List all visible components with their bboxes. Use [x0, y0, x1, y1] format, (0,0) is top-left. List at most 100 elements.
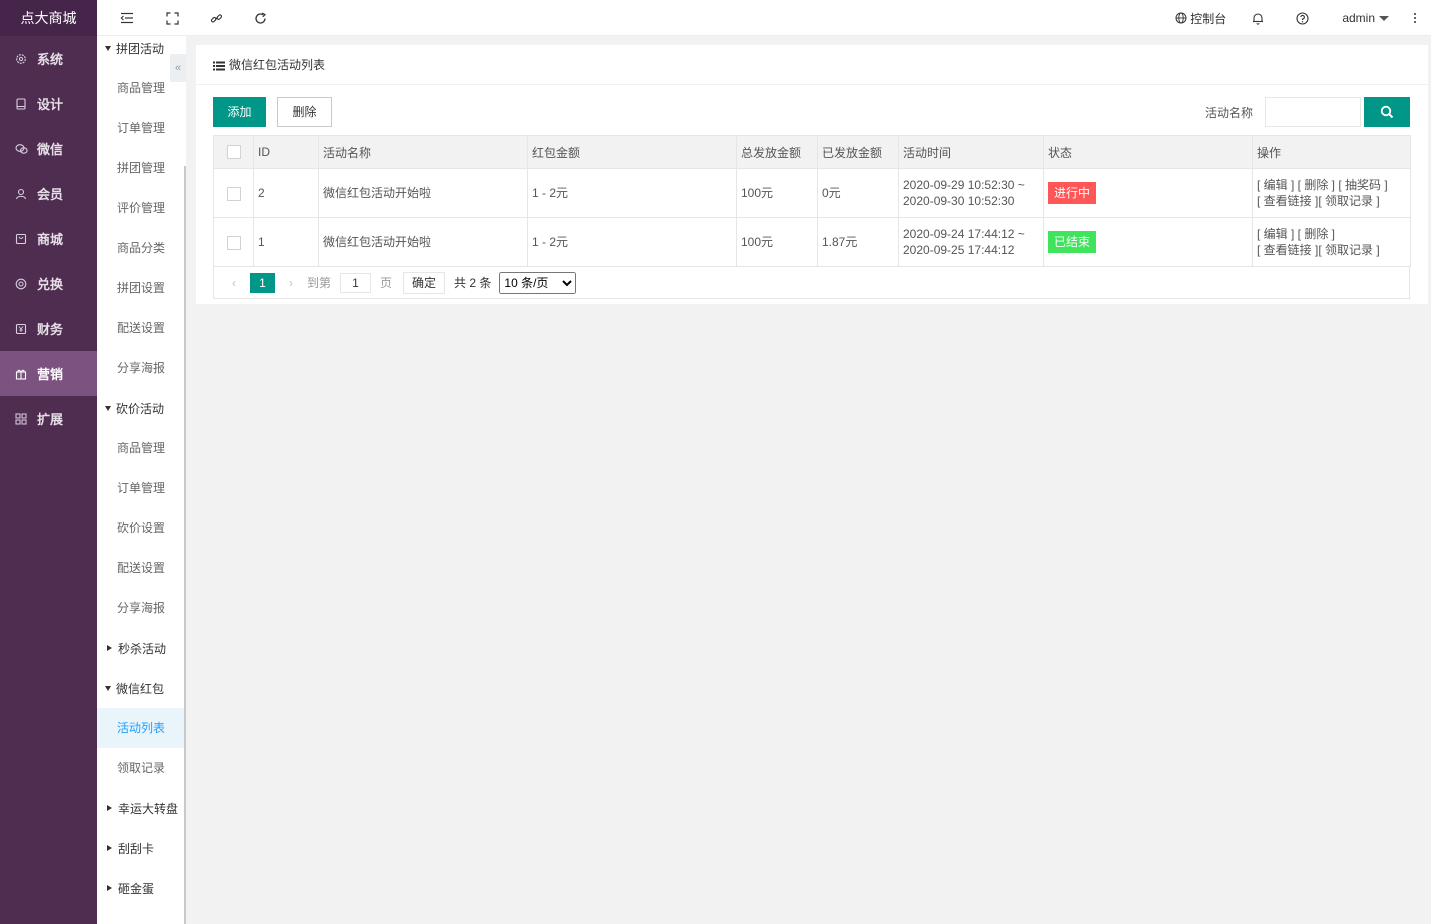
sub-item-active[interactable]: 活动列表 — [97, 708, 186, 748]
select-all-cell[interactable] — [213, 135, 254, 169]
nav-item-design[interactable]: 设计 — [0, 81, 97, 126]
activity-table: ID 活动名称 红包金额 总发放金额 已发放金额 活动时间 状态 操作 2 微信… — [213, 135, 1411, 267]
delete-button[interactable]: 删除 — [277, 97, 332, 127]
nav-label: 财务 — [37, 322, 64, 337]
sub-group-kanjia[interactable]: 砍价活动 — [97, 388, 186, 428]
sub-item[interactable]: 配送设置 — [97, 308, 186, 348]
bell-icon[interactable] — [1252, 12, 1264, 25]
time-end: 2020-09-25 17:44:12 — [903, 243, 1015, 257]
page-unit: 页 — [380, 276, 393, 290]
sub-item[interactable]: 商品管理 — [97, 428, 186, 468]
cell-status: 进行中 — [1043, 168, 1253, 218]
finance-icon — [14, 322, 28, 336]
menu-fold-icon[interactable] — [119, 10, 135, 26]
caret-down-icon — [1379, 15, 1389, 21]
cell-time: 2020-09-29 10:52:30 ~ 2020-09-30 10:52:30 — [898, 168, 1044, 218]
sub-item[interactable]: 分享海报 — [97, 348, 186, 388]
table-row: 2 微信红包活动开始啦 1 - 2元 100元 0元 2020-09-29 10… — [213, 168, 1411, 218]
group-label: 砸金蛋 — [118, 881, 155, 896]
action-links[interactable]: [ 查看链接 ][ 领取记录 ] — [1257, 193, 1406, 209]
nav-item-marketing[interactable]: 营销 — [0, 351, 97, 396]
column-header: 状态 — [1043, 135, 1253, 169]
select-all-checkbox[interactable] — [226, 145, 241, 160]
refresh-icon[interactable] — [252, 10, 268, 26]
nav-item-exchange[interactable]: 兑换 — [0, 261, 97, 306]
page-size-select[interactable]: 10 条/页 — [499, 271, 577, 294]
caret-right-icon — [107, 845, 112, 851]
nav-label: 系统 — [37, 52, 64, 67]
row-checkbox[interactable] — [226, 235, 241, 250]
table-header-row: ID 活动名称 红包金额 总发放金额 已发放金额 活动时间 状态 操作 — [213, 135, 1411, 169]
caret-down-icon — [105, 405, 111, 411]
sub-group-hongbao[interactable]: 微信红包 — [97, 668, 186, 708]
group-label: 微信红包 — [116, 681, 165, 696]
add-button[interactable]: 添加 — [213, 97, 266, 127]
nav-label: 微信 — [37, 142, 64, 157]
search-label: 活动名称 — [1204, 105, 1253, 120]
nav-item-member[interactable]: 会员 — [0, 171, 97, 216]
top-bar: 控制台 admin — [97, 0, 1431, 36]
console-label: 控制台 — [1190, 11, 1227, 26]
nav-item-shop[interactable]: 商城 — [0, 216, 97, 261]
nav-item-wechat[interactable]: 微信 — [0, 126, 97, 171]
username: admin — [1342, 11, 1375, 25]
sub-item[interactable]: 领取记录 — [97, 748, 186, 788]
nav-label: 设计 — [37, 97, 64, 112]
group-label: 砍价活动 — [116, 401, 165, 416]
cell-status: 已结束 — [1043, 217, 1253, 267]
user-menu[interactable]: admin — [1342, 11, 1389, 25]
sub-item[interactable]: 拼团设置 — [97, 268, 186, 308]
search-input[interactable] — [1265, 97, 1361, 127]
confirm-page-button[interactable]: 确定 — [403, 271, 446, 294]
nav-item-finance[interactable]: 财务 — [0, 306, 97, 351]
sub-item[interactable]: 订单管理 — [97, 108, 186, 148]
current-page[interactable]: 1 — [250, 272, 275, 293]
help-icon[interactable] — [1296, 11, 1309, 25]
next-page-icon[interactable]: › — [281, 276, 301, 290]
time-start: 2020-09-24 17:44:12 ~ — [903, 227, 1025, 241]
sub-group-miaosha[interactable]: 秒杀活动 — [97, 628, 186, 668]
column-header: 活动时间 — [898, 135, 1044, 169]
group-label: 拼团活动 — [116, 41, 165, 56]
row-select-cell[interactable] — [213, 168, 254, 218]
sub-item[interactable]: 拼团管理 — [97, 148, 186, 188]
page-input[interactable]: 1 — [340, 272, 372, 293]
collapse-sidebar-button[interactable]: « — [170, 54, 186, 82]
sub-item[interactable]: 订单管理 — [97, 468, 186, 508]
more-vertical-icon[interactable] — [1413, 12, 1417, 24]
sub-item[interactable]: 分享海报 — [97, 588, 186, 628]
sidebar-scrollbar[interactable] — [184, 166, 186, 924]
prev-page-icon[interactable]: ‹ — [224, 276, 244, 290]
sub-item[interactable]: 配送设置 — [97, 548, 186, 588]
tablet-icon — [14, 97, 28, 111]
nav-item-system[interactable]: 系统 — [0, 36, 97, 81]
sub-item[interactable]: 商品分类 — [97, 228, 186, 268]
sub-group-zhuanpan[interactable]: 幸运大转盘 — [97, 788, 186, 828]
sub-group-guaguaka[interactable]: 刮刮卡 — [97, 828, 186, 868]
time-start: 2020-09-29 10:52:30 ~ — [903, 178, 1025, 192]
search-area: 活动名称 — [1205, 97, 1410, 127]
action-links[interactable]: [ 编辑 ] [ 删除 ] — [1257, 226, 1406, 242]
double-chevron-left-icon: « — [174, 62, 182, 74]
sub-group-zajindan[interactable]: 砸金蛋 — [97, 868, 186, 908]
sub-item[interactable]: 砍价设置 — [97, 508, 186, 548]
gift-icon — [14, 367, 28, 381]
cell-amount: 1 - 2元 — [527, 168, 737, 218]
action-links[interactable]: [ 编辑 ] [ 删除 ] [ 抽奖码 ] — [1257, 177, 1406, 193]
sub-item[interactable]: 评价管理 — [97, 188, 186, 228]
console-link[interactable]: 控制台 — [1175, 10, 1226, 27]
table-row: 1 微信红包活动开始啦 1 - 2元 100元 1.87元 2020-09-24… — [213, 217, 1411, 267]
row-checkbox[interactable] — [226, 186, 241, 201]
cell-total: 100元 — [736, 168, 818, 218]
panel-header: 微信红包活动列表 — [196, 45, 1428, 85]
search-button[interactable] — [1364, 97, 1410, 127]
caret-down-icon — [105, 45, 111, 51]
wechat-icon — [14, 142, 28, 156]
fullscreen-icon[interactable] — [164, 10, 180, 26]
nav-item-extension[interactable]: 扩展 — [0, 396, 97, 441]
link-icon[interactable] — [208, 10, 224, 26]
pagination: ‹ 1 › 到第 1 页 确定 共 2 条 10 条/页 — [213, 267, 1410, 299]
action-links[interactable]: [ 查看链接 ][ 领取记录 ] — [1257, 242, 1406, 258]
row-select-cell[interactable] — [213, 217, 254, 267]
grid-icon — [14, 412, 28, 426]
